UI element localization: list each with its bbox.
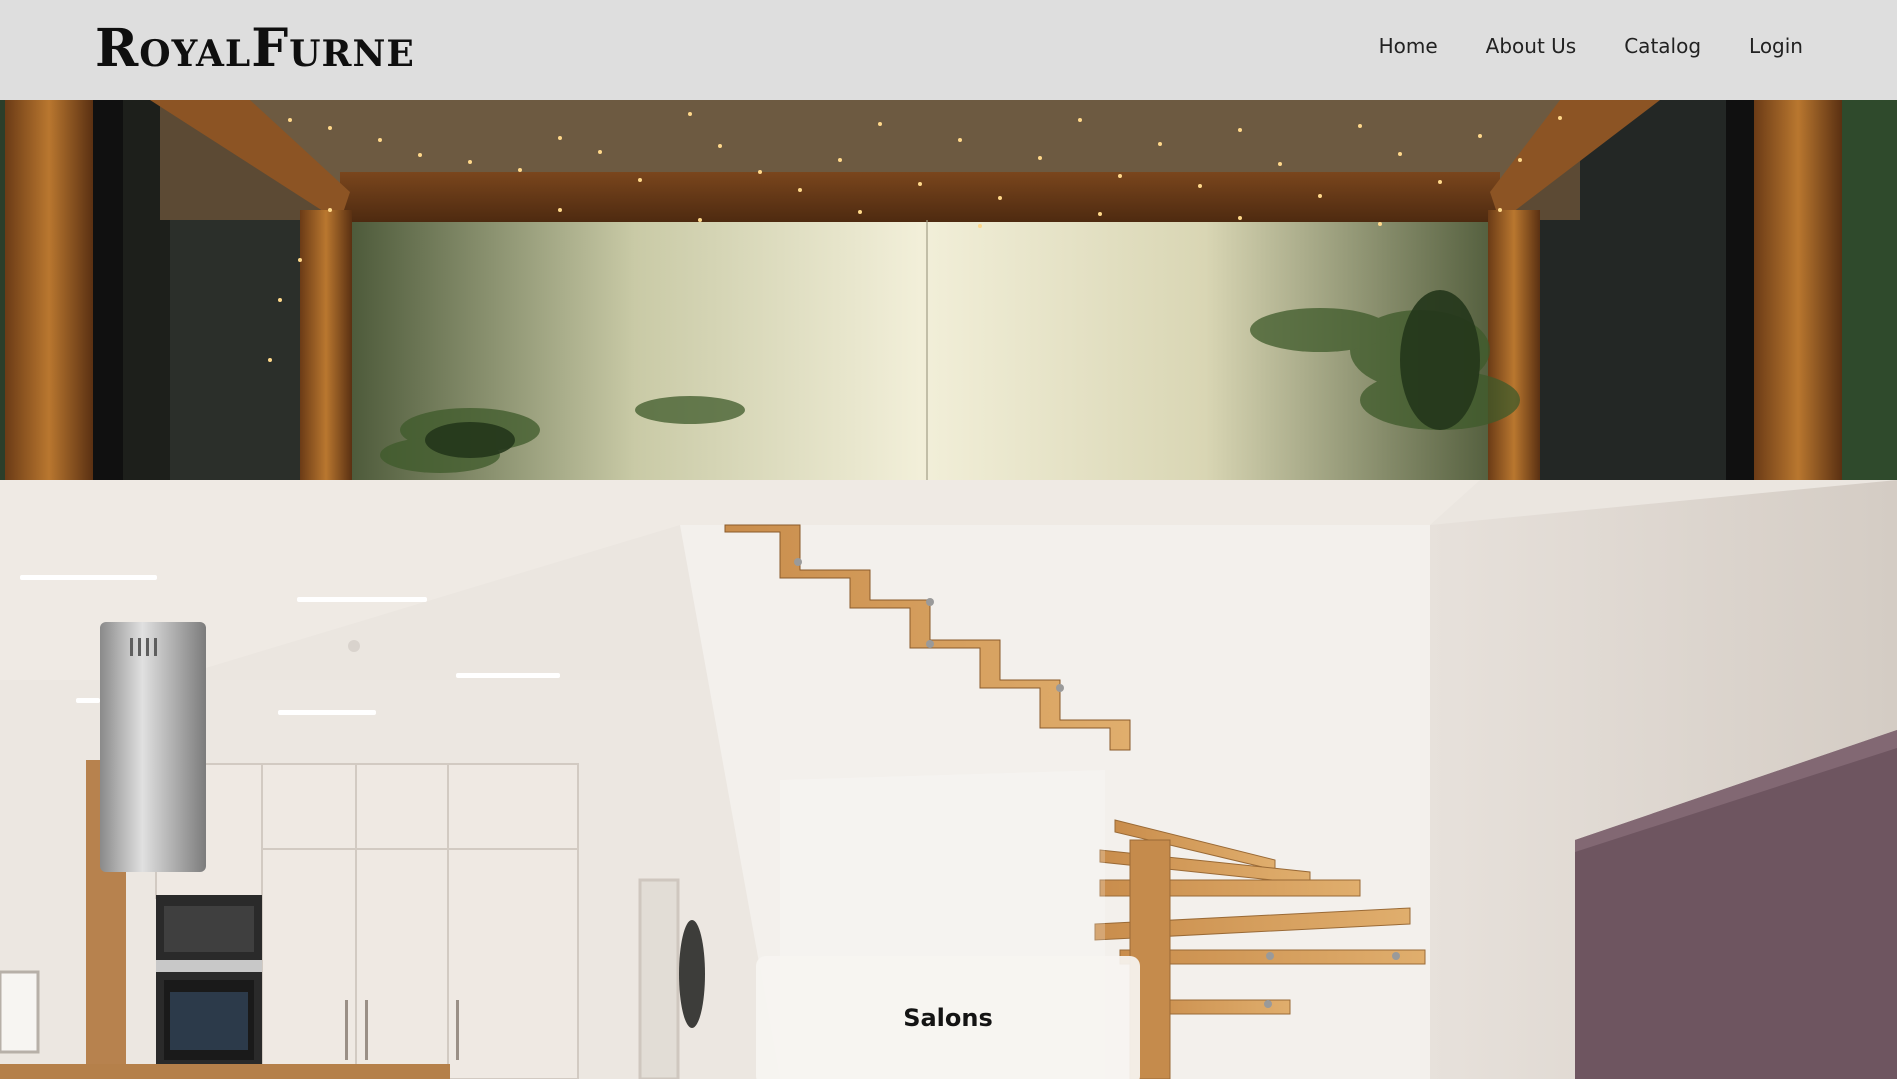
hero-image-plant-wall — [0, 100, 1897, 480]
nav-about-us[interactable]: About Us — [1486, 34, 1577, 58]
nav-home[interactable]: Home — [1379, 34, 1438, 58]
brand-logo[interactable]: RoyalFurne — [95, 18, 415, 79]
category-card-salons[interactable]: Salons — [756, 956, 1140, 1079]
nav-login[interactable]: Login — [1749, 34, 1803, 58]
site-header: RoyalFurne Home About Us Catalog Login — [0, 0, 1897, 100]
category-title: Salons — [903, 1004, 993, 1032]
plant-wall-photo — [0, 100, 1897, 480]
nav-catalog[interactable]: Catalog — [1624, 34, 1701, 58]
main-nav: Home About Us Catalog Login — [1379, 34, 1803, 58]
